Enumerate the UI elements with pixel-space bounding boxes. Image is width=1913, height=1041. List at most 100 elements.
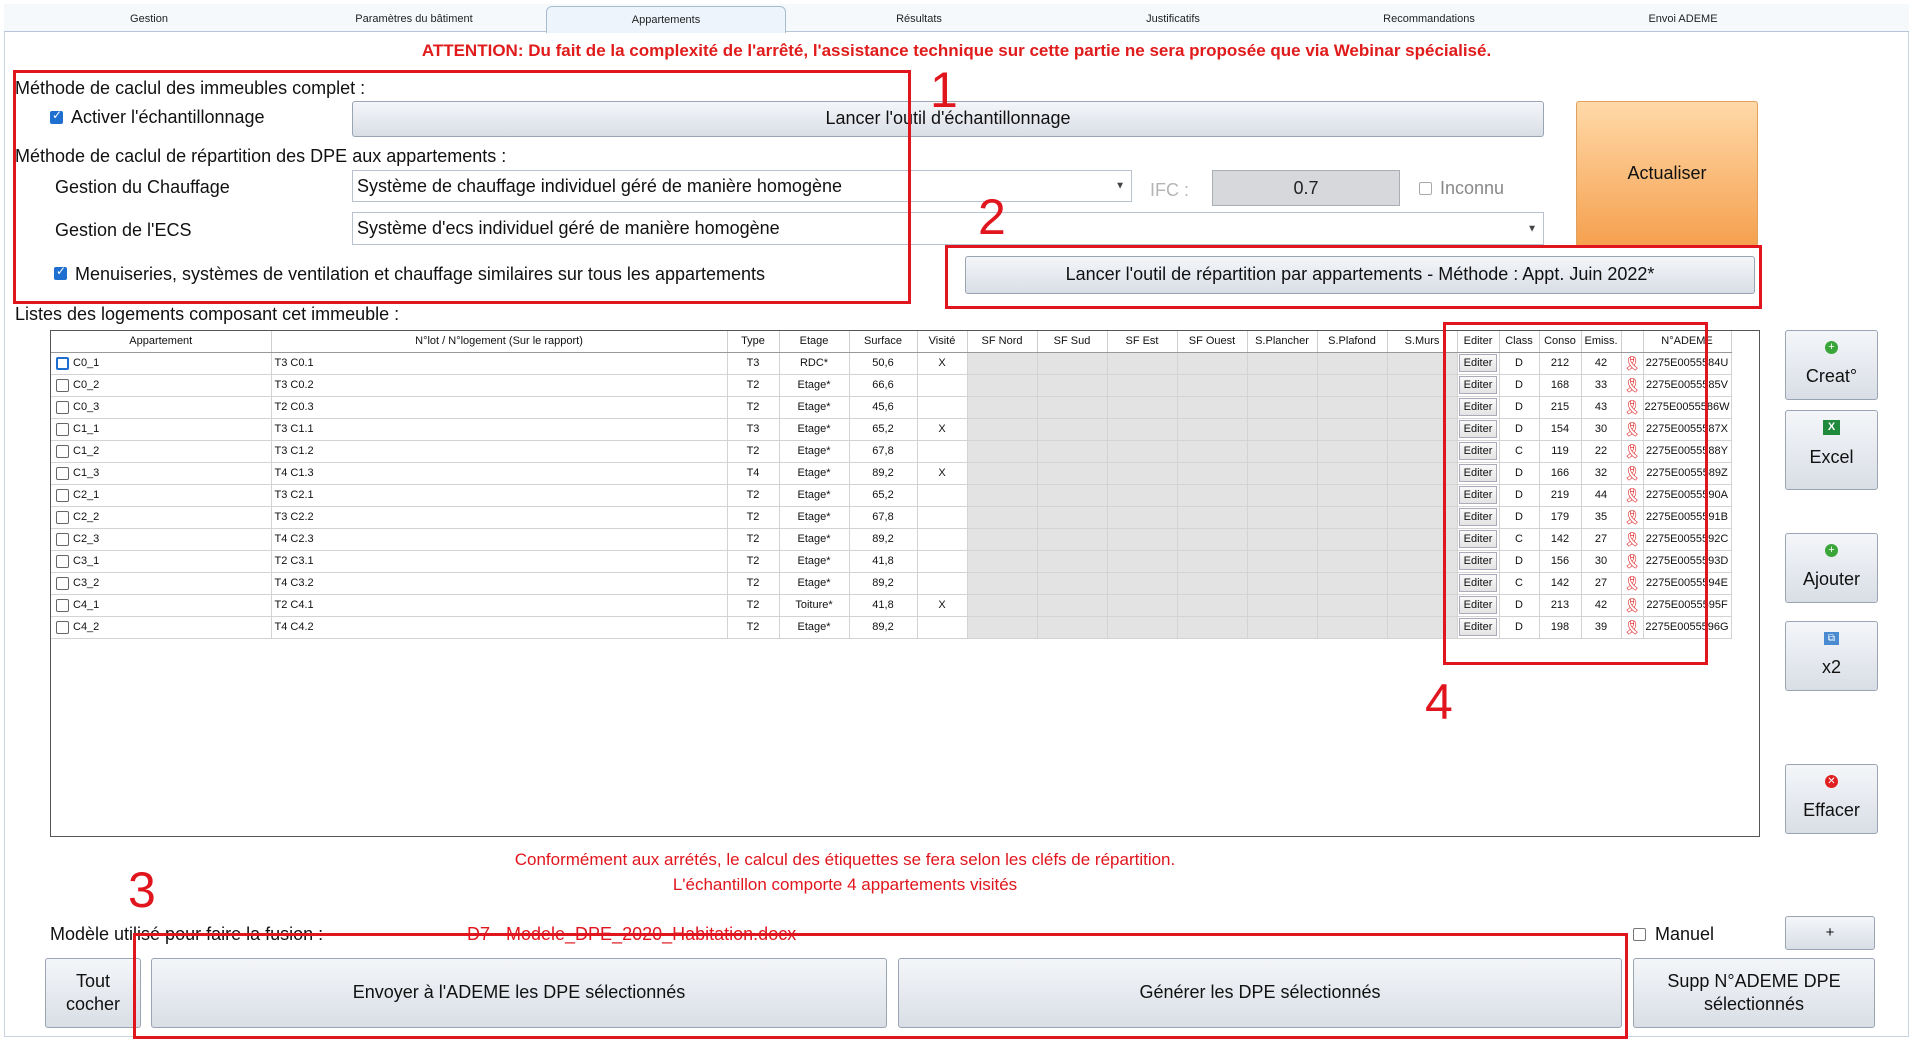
tout-cocher-button[interactable]: Tout cocher xyxy=(45,958,141,1028)
inconnu-checkbox[interactable] xyxy=(1419,182,1432,195)
etage-cell[interactable]: Etage* xyxy=(779,528,850,551)
etage-cell[interactable]: Etage* xyxy=(779,550,850,573)
row-checkbox[interactable] xyxy=(56,532,69,546)
row-checkbox[interactable] xyxy=(56,598,69,612)
etage-cell[interactable]: Etage* xyxy=(779,418,850,441)
actualiser-button[interactable]: Actualiser xyxy=(1576,101,1758,247)
type-cell[interactable]: T2 xyxy=(727,396,780,419)
lot-cell[interactable]: T4 C2.3 xyxy=(271,528,728,551)
type-cell[interactable]: T2 xyxy=(727,594,780,617)
type-cell[interactable]: T2 xyxy=(727,484,780,507)
surface-cell[interactable]: 89,2 xyxy=(849,462,918,485)
surface-cell[interactable]: 89,2 xyxy=(849,616,918,639)
column-header[interactable]: S.Plafond xyxy=(1317,331,1388,353)
column-header[interactable]: Etage xyxy=(779,331,850,353)
surface-cell[interactable]: 89,2 xyxy=(849,572,918,595)
ifc-input[interactable]: 0.7 xyxy=(1212,170,1400,206)
surface-cell[interactable]: 50,6 xyxy=(849,352,918,375)
row-checkbox[interactable] xyxy=(56,576,69,590)
lot-cell[interactable]: T3 C1.2 xyxy=(271,440,728,463)
appartement-cell[interactable]: C0_3 xyxy=(51,396,272,419)
tab-appartements[interactable]: Appartements xyxy=(546,6,786,33)
lot-cell[interactable]: T3 C2.2 xyxy=(271,506,728,529)
excel-button[interactable]: X Excel xyxy=(1785,410,1878,490)
visite-cell[interactable]: X xyxy=(917,352,968,375)
visite-cell[interactable]: X xyxy=(917,594,968,617)
column-header[interactable]: N°lot / N°logement (Sur le rapport) xyxy=(271,331,728,353)
row-checkbox[interactable] xyxy=(56,356,69,370)
etage-cell[interactable]: Etage* xyxy=(779,462,850,485)
appartement-cell[interactable]: C1_1 xyxy=(51,418,272,441)
type-cell[interactable]: T2 xyxy=(727,528,780,551)
effacer-button[interactable]: ✕ Effacer xyxy=(1785,764,1878,834)
surface-cell[interactable]: 65,2 xyxy=(849,418,918,441)
etage-cell[interactable]: Etage* xyxy=(779,572,850,595)
tab-recommandations[interactable]: Recommandations xyxy=(1304,6,1554,32)
row-checkbox[interactable] xyxy=(56,444,69,458)
appartement-cell[interactable]: C2_3 xyxy=(51,528,272,551)
tab-resultats[interactable]: Résultats xyxy=(794,6,1044,32)
tab-justificatifs[interactable]: Justificatifs xyxy=(1048,6,1298,32)
etage-cell[interactable]: Etage* xyxy=(779,484,850,507)
supp-ademe-button[interactable]: Supp N°ADEME DPE sélectionnés xyxy=(1633,958,1875,1028)
tab-parametres-batiment[interactable]: Paramètres du bâtiment xyxy=(254,6,574,32)
row-checkbox[interactable] xyxy=(56,466,69,480)
visite-cell[interactable] xyxy=(917,440,968,463)
surface-cell[interactable]: 67,8 xyxy=(849,440,918,463)
visite-cell[interactable] xyxy=(917,572,968,595)
visite-cell[interactable] xyxy=(917,616,968,639)
visite-cell[interactable] xyxy=(917,528,968,551)
visite-cell[interactable] xyxy=(917,374,968,397)
appartement-cell[interactable]: C0_1 xyxy=(51,352,272,375)
type-cell[interactable]: T3 xyxy=(727,352,780,375)
column-header[interactable]: Appartement xyxy=(51,331,272,353)
surface-cell[interactable]: 65,2 xyxy=(849,484,918,507)
creat-button[interactable]: + Creat° xyxy=(1785,330,1878,400)
visite-cell[interactable]: X xyxy=(917,418,968,441)
column-header[interactable]: S.Plancher xyxy=(1247,331,1318,353)
type-cell[interactable]: T2 xyxy=(727,616,780,639)
row-checkbox[interactable] xyxy=(56,378,69,392)
visite-cell[interactable] xyxy=(917,506,968,529)
lot-cell[interactable]: T3 C1.1 xyxy=(271,418,728,441)
tab-gestion[interactable]: Gestion xyxy=(4,6,294,32)
plus-button[interactable]: + xyxy=(1785,916,1875,950)
appartement-cell[interactable]: C2_1 xyxy=(51,484,272,507)
etage-cell[interactable]: Etage* xyxy=(779,440,850,463)
etage-cell[interactable]: Etage* xyxy=(779,396,850,419)
lot-cell[interactable]: T4 C4.2 xyxy=(271,616,728,639)
row-checkbox[interactable] xyxy=(56,554,69,568)
lot-cell[interactable]: T4 C1.3 xyxy=(271,462,728,485)
lot-cell[interactable]: T2 C0.3 xyxy=(271,396,728,419)
surface-cell[interactable]: 67,8 xyxy=(849,506,918,529)
surface-cell[interactable]: 41,8 xyxy=(849,550,918,573)
column-header[interactable]: Type xyxy=(727,331,780,353)
column-header[interactable]: SF Est xyxy=(1107,331,1178,353)
x2-button[interactable]: ⧉ x2 xyxy=(1785,621,1878,691)
lot-cell[interactable]: T2 C3.1 xyxy=(271,550,728,573)
row-checkbox[interactable] xyxy=(56,400,69,414)
appartement-cell[interactable]: C4_2 xyxy=(51,616,272,639)
visite-cell[interactable] xyxy=(917,550,968,573)
visite-cell[interactable] xyxy=(917,484,968,507)
type-cell[interactable]: T2 xyxy=(727,440,780,463)
column-header[interactable]: SF Ouest xyxy=(1177,331,1248,353)
appartement-cell[interactable]: C3_1 xyxy=(51,550,272,573)
column-header[interactable]: Surface xyxy=(849,331,918,353)
type-cell[interactable]: T3 xyxy=(727,418,780,441)
lot-cell[interactable]: T3 C2.1 xyxy=(271,484,728,507)
etage-cell[interactable]: Etage* xyxy=(779,616,850,639)
visite-cell[interactable] xyxy=(917,396,968,419)
type-cell[interactable]: T2 xyxy=(727,506,780,529)
etage-cell[interactable]: Etage* xyxy=(779,374,850,397)
appartement-cell[interactable]: C3_2 xyxy=(51,572,272,595)
lot-cell[interactable]: T3 C0.2 xyxy=(271,374,728,397)
surface-cell[interactable]: 41,8 xyxy=(849,594,918,617)
surface-cell[interactable]: 45,6 xyxy=(849,396,918,419)
appartement-cell[interactable]: C1_2 xyxy=(51,440,272,463)
lot-cell[interactable]: T2 C4.1 xyxy=(271,594,728,617)
type-cell[interactable]: T2 xyxy=(727,550,780,573)
surface-cell[interactable]: 89,2 xyxy=(849,528,918,551)
type-cell[interactable]: T2 xyxy=(727,374,780,397)
column-header[interactable]: SF Sud xyxy=(1037,331,1108,353)
